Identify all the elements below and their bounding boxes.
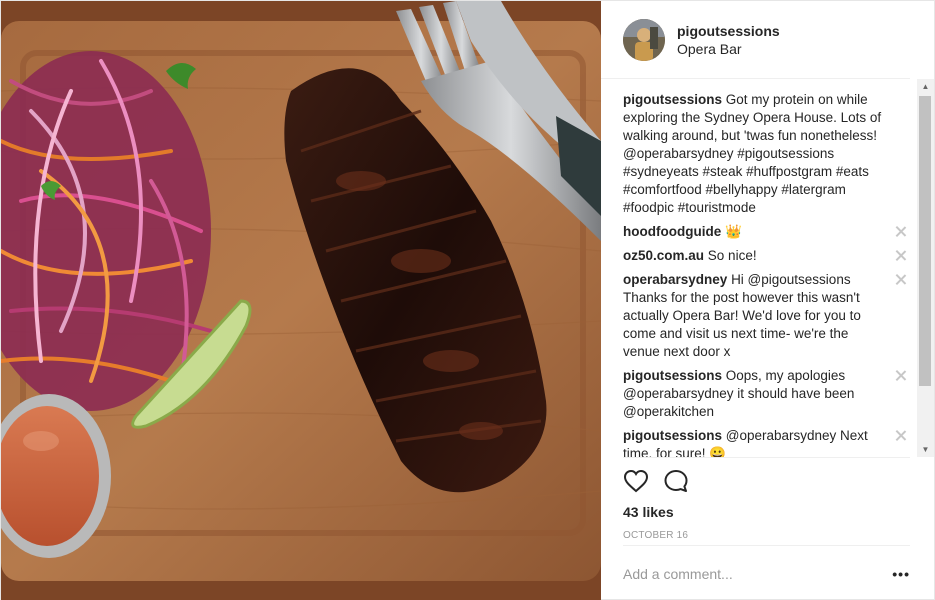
comment-username[interactable]: oz50.com.au [623, 248, 704, 263]
close-icon[interactable] [894, 249, 908, 263]
post-dialog: pigoutsessions Opera Bar pigoutsessions … [0, 0, 935, 600]
post-actions: 43 likes October 16 [623, 457, 910, 541]
scroll-down-arrow-icon[interactable]: ▼ [917, 442, 934, 457]
comment-username[interactable]: pigoutsessions [623, 368, 722, 383]
post-location[interactable]: Opera Bar [677, 40, 780, 58]
heart-icon[interactable] [623, 469, 649, 493]
comment-item: hoodfoodguide 👑 [623, 223, 910, 241]
add-comment-bar: ••• [623, 545, 910, 600]
like-count[interactable]: 43 likes [623, 504, 910, 520]
post-side-panel: pigoutsessions Opera Bar pigoutsessions … [601, 1, 934, 600]
comment-username[interactable]: operabarsydney [623, 272, 727, 287]
avatar-image [623, 18, 665, 61]
comment-icon[interactable] [663, 469, 689, 493]
comment-username[interactable]: pigoutsessions [623, 428, 722, 443]
comment-item: oz50.com.au So nice! [623, 247, 910, 265]
scroll-up-arrow-icon[interactable]: ▲ [917, 79, 934, 94]
comment-item: operabarsydney Hi @pigoutsessions Thanks… [623, 271, 910, 361]
close-icon[interactable] [894, 369, 908, 383]
close-icon[interactable] [894, 225, 908, 239]
food-photo-image [1, 1, 601, 600]
scrollbar-thumb[interactable] [919, 96, 931, 386]
comment-text: Got my protein on while exploring the Sy… [623, 92, 885, 215]
post-username[interactable]: pigoutsessions [677, 22, 780, 40]
close-icon[interactable] [894, 273, 908, 287]
close-icon[interactable] [894, 429, 908, 443]
comment-item: pigoutsessions @operabarsydney Next time… [623, 427, 910, 457]
comment-text: So nice! [707, 248, 757, 263]
avatar[interactable] [623, 18, 665, 61]
comment-username[interactable]: hoodfoodguide [623, 224, 721, 239]
post-header: pigoutsessions Opera Bar [601, 1, 910, 79]
comment-username[interactable]: pigoutsessions [623, 92, 722, 107]
post-photo[interactable] [1, 1, 601, 600]
more-options-icon[interactable]: ••• [892, 566, 910, 582]
add-comment-input[interactable] [623, 565, 893, 582]
comments-scrollbar[interactable]: ▲ ▼ [917, 79, 934, 457]
caption: pigoutsessions Got my protein on while e… [623, 91, 910, 217]
comment-text: 👑 [724, 224, 742, 239]
comment-item: pigoutsessions Oops, my apologies @opera… [623, 367, 910, 421]
post-date: October 16 [623, 530, 689, 541]
comment-list[interactable]: pigoutsessions Got my protein on while e… [601, 79, 934, 457]
